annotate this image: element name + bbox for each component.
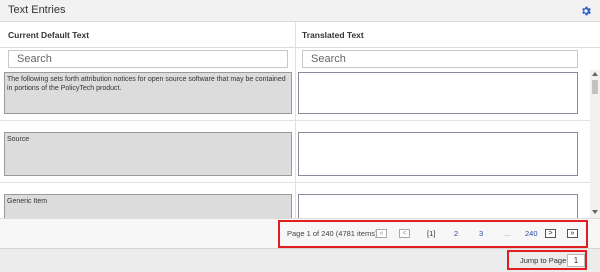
default-text-search-input[interactable] bbox=[8, 50, 288, 68]
first-page-button[interactable]: « bbox=[376, 229, 387, 238]
current-page: [1] bbox=[427, 229, 436, 238]
row-separator bbox=[0, 120, 590, 121]
panel-header: Text Entries bbox=[0, 0, 600, 22]
scroll-up-arrow-icon[interactable] bbox=[592, 72, 598, 76]
text-entries-list: The following sets forth attribution not… bbox=[0, 70, 590, 218]
translated-text-input[interactable] bbox=[298, 194, 578, 218]
next-page-button[interactable]: > bbox=[545, 229, 556, 238]
page-link-last[interactable]: 240 bbox=[525, 229, 538, 238]
previous-page-button[interactable]: < bbox=[399, 229, 410, 238]
jump-to-page-input[interactable] bbox=[567, 254, 585, 267]
translated-text-search-input[interactable] bbox=[302, 50, 578, 68]
page-link-3[interactable]: 3 bbox=[479, 229, 483, 238]
vertical-scrollbar[interactable] bbox=[590, 70, 600, 218]
translated-text-header: Translated Text bbox=[302, 30, 364, 40]
jump-to-page-label: Jump to Page bbox=[520, 256, 567, 265]
scroll-down-arrow-icon[interactable] bbox=[592, 210, 598, 214]
panel-title: Text Entries bbox=[8, 4, 66, 16]
last-page-button[interactable]: » bbox=[567, 229, 578, 238]
default-text-cell: Source bbox=[4, 132, 292, 176]
pager-info: Page 1 of 240 (4781 items) bbox=[287, 229, 378, 238]
default-text-cell: The following sets forth attribution not… bbox=[4, 72, 292, 114]
row-separator bbox=[0, 182, 590, 183]
column-headers: Current Default Text Translated Text bbox=[0, 22, 600, 48]
page-ellipsis: ... bbox=[504, 229, 511, 238]
translated-text-input[interactable] bbox=[298, 72, 578, 114]
page-link-2[interactable]: 2 bbox=[454, 229, 458, 238]
gear-icon[interactable] bbox=[580, 5, 592, 17]
default-text-cell: Generic Item bbox=[4, 194, 292, 218]
translated-text-input[interactable] bbox=[298, 132, 578, 176]
scrollbar-thumb[interactable] bbox=[592, 80, 598, 94]
current-default-text-header: Current Default Text bbox=[8, 30, 90, 40]
